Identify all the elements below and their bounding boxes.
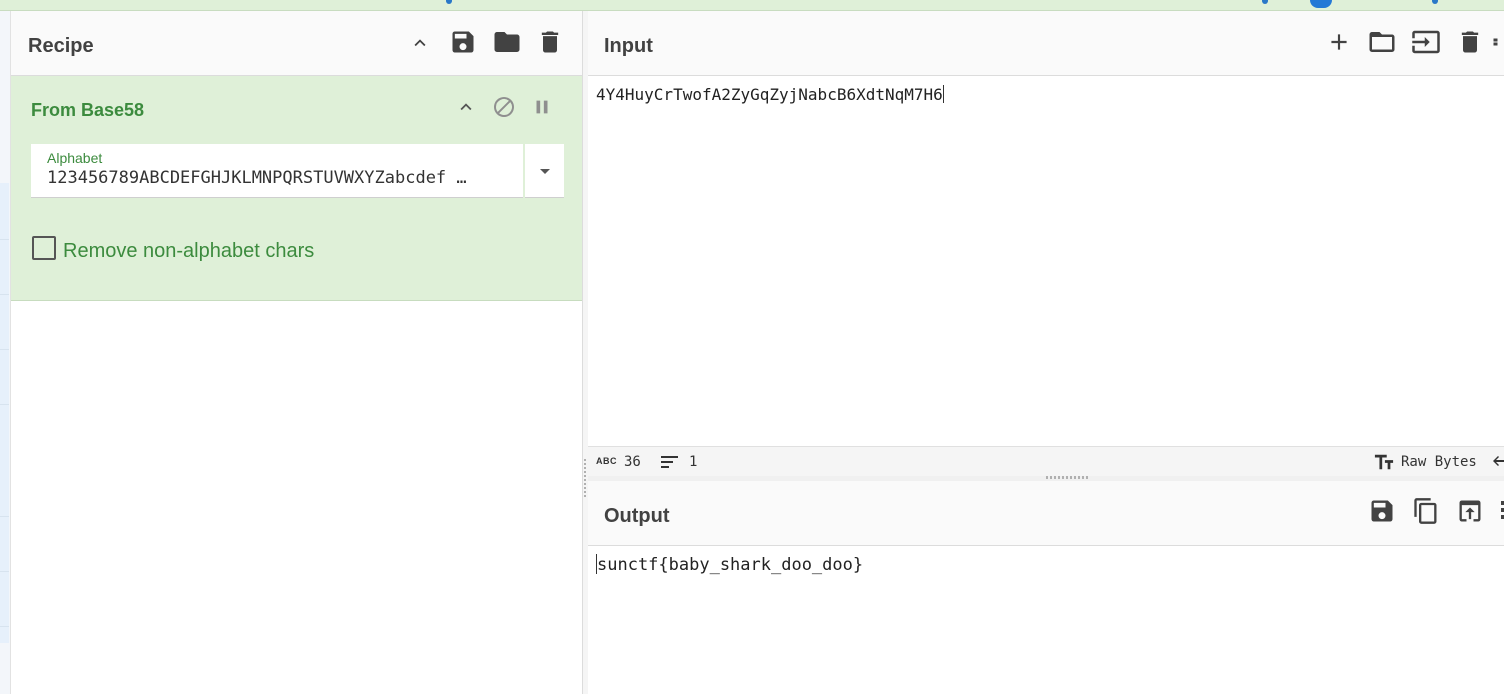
copy-icon[interactable] [1410,495,1442,527]
input-textarea[interactable]: 4Y4HuyCrTwofA2ZyGqZyjNabcB6XdtNqM7H6 [596,85,944,104]
pause-icon[interactable] [529,94,555,120]
remove-non-alphabet-checkbox[interactable] [32,236,56,260]
output-header: Output [588,481,1504,546]
input-header: Input [588,11,1504,76]
banner-fragment [1262,0,1268,4]
encoding-selector[interactable]: Raw Bytes [1401,454,1477,470]
text-size-icon[interactable] [1373,452,1395,475]
operation-title: From Base58 [31,100,145,120]
plus-icon[interactable] [1323,26,1355,58]
length-icon: ABC [596,456,617,466]
folder-icon[interactable] [1366,26,1398,58]
output-textarea[interactable]: sunctf{baby_shark_doo_doo} [596,554,863,575]
lines-icon [660,454,680,473]
chevron-up-icon[interactable] [404,27,436,59]
chevron-up-icon[interactable] [453,94,479,120]
operations-pane-edge [0,11,11,694]
output-pane: Output sunctf{baby_shark_doo_doo} [588,481,1504,694]
replace-input-icon[interactable] [1454,495,1486,527]
alphabet-value[interactable]: 123456789ABCDEFGHJKLMNPQRSTUVWXYZabcdef … [47,168,517,188]
alphabet-label: Alphabet [47,150,103,166]
input-length: 36 [624,454,641,470]
disable-icon[interactable] [491,94,517,120]
recipe-pane: Recipe From Base58 Alphabet 123456789ABC… [11,11,583,694]
folder-icon[interactable] [491,26,523,58]
input-title: Input [604,35,653,57]
save-icon[interactable] [447,26,479,58]
input-status-bar: ABC 36 1 Raw Bytes [588,446,1504,476]
banner-fragment [446,0,452,4]
gear-icon[interactable] [1310,0,1332,8]
operations-list-edge [0,183,9,643]
recipe-header: Recipe [11,11,582,76]
caret-down-icon[interactable] [523,144,564,198]
banner-fragment [1432,0,1438,4]
alphabet-select[interactable]: Alphabet 123456789ABCDEFGHJKLMNPQRSTUVWX… [31,144,564,198]
trash-icon[interactable] [534,26,566,58]
import-icon[interactable] [1410,26,1442,58]
arrow-left-icon[interactable] [1492,453,1504,472]
recipe-title: Recipe [28,35,94,57]
remove-non-alphabet-label[interactable]: Remove non-alphabet chars [63,240,314,263]
input-pane: Input 4Y4HuyCrTwofA2ZyGqZyjNabcB6XdtNqM7… [588,11,1504,476]
top-banner-strip [0,0,1504,11]
layout-icon[interactable] [1492,26,1504,58]
operation-from-base58: From Base58 Alphabet 123456789ABCDEFGHJK… [11,76,582,301]
output-title: Output [604,505,670,527]
trash-icon[interactable] [1454,26,1486,58]
input-lines: 1 [689,454,698,470]
save-icon[interactable] [1366,495,1398,527]
